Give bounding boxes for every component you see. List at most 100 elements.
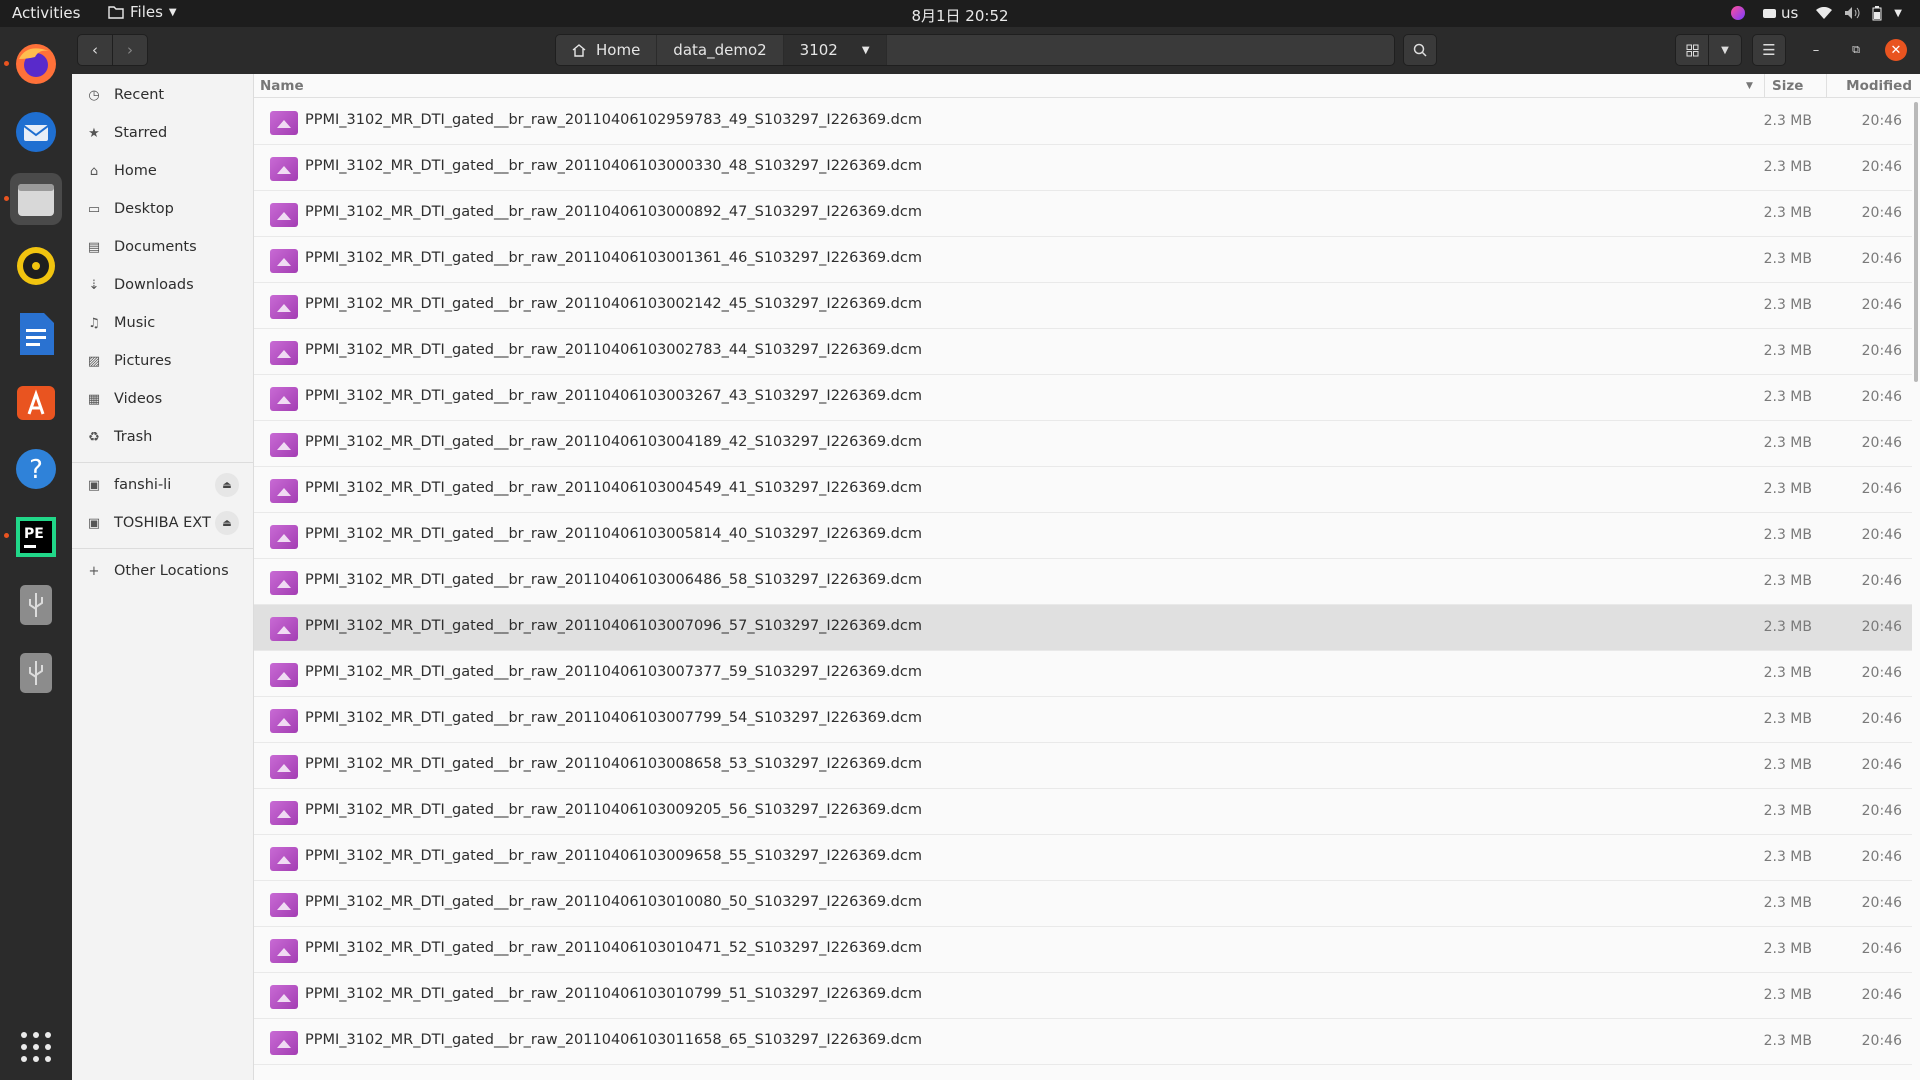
file-row[interactable]: PPMI_3102_MR_DTI_gated__br_raw_201104061… <box>254 421 1912 467</box>
file-row[interactable]: PPMI_3102_MR_DTI_gated__br_raw_201104061… <box>254 283 1912 329</box>
file-name: PPMI_3102_MR_DTI_gated__br_raw_201104061… <box>305 940 922 956</box>
file-row[interactable]: PPMI_3102_MR_DTI_gated__br_raw_201104061… <box>254 191 1912 237</box>
clock[interactable]: 8月1日 20:52 <box>0 5 1920 26</box>
help-icon[interactable]: ? <box>10 443 62 495</box>
sidebar-item-recent[interactable]: ◷ Recent <box>72 77 253 113</box>
breadcrumb-data-demo2[interactable]: data_demo2 <box>657 35 784 65</box>
sidebar-item-label: Pictures <box>114 353 172 369</box>
file-row[interactable]: PPMI_3102_MR_DTI_gated__br_raw_201104061… <box>254 513 1912 559</box>
file-row[interactable]: PPMI_3102_MR_DTI_gated__br_raw_201104061… <box>254 237 1912 283</box>
sidebar-item-downloads[interactable]: ⇣ Downloads <box>72 267 253 303</box>
sidebar-device[interactable]: ▣ TOSHIBA EXT ⏏ <box>72 505 253 541</box>
sidebar-item-starred[interactable]: ★ Starred <box>72 115 253 151</box>
activities-button[interactable]: Activities <box>12 4 80 22</box>
file-row[interactable]: PPMI_3102_MR_DTI_gated__br_raw_201104061… <box>254 927 1912 973</box>
minimize-button[interactable]: – <box>1805 39 1827 61</box>
sidebar-item-desktop[interactable]: ▭ Desktop <box>72 191 253 227</box>
menu-button[interactable]: ☰ <box>1752 34 1786 66</box>
file-size: 2.3 MB <box>1763 987 1812 1003</box>
system-tray[interactable]: us ▼ <box>1730 4 1902 22</box>
file-row[interactable]: PPMI_3102_MR_DTI_gated__br_raw_201104061… <box>254 973 1912 1019</box>
breadcrumb-label: 3102 <box>799 41 838 59</box>
sidebar-item-music[interactable]: ♫ Music <box>72 305 253 341</box>
show-applications-button[interactable] <box>21 1032 51 1062</box>
path-bar[interactable]: Home data_demo2 3102 ▼ <box>555 34 1395 66</box>
column-header: Name ▼ Size Modified <box>254 74 1920 98</box>
app-menu-button[interactable]: Files ▼ <box>108 3 177 21</box>
file-size: 2.3 MB <box>1763 297 1812 313</box>
file-modified: 20:46 <box>1861 849 1902 865</box>
writer-icon[interactable] <box>10 308 62 360</box>
sidebar-device[interactable]: ▣ fanshi-li ⏏ <box>72 467 253 503</box>
sidebar-item-label: TOSHIBA EXT <box>114 515 211 531</box>
file-row[interactable]: PPMI_3102_MR_DTI_gated__br_raw_201104061… <box>254 881 1912 927</box>
view-grid-button[interactable] <box>1675 34 1709 66</box>
rhythmbox-icon[interactable] <box>10 240 62 292</box>
file-modified: 20:46 <box>1861 113 1902 129</box>
file-name: PPMI_3102_MR_DTI_gated__br_raw_201104061… <box>305 1032 922 1048</box>
file-row[interactable]: PPMI_3102_MR_DTI_gated__br_raw_201104061… <box>254 1019 1912 1065</box>
column-modified-header[interactable]: Modified <box>1846 78 1912 94</box>
keyboard-layout[interactable]: us <box>1762 4 1798 22</box>
back-button[interactable]: ‹ <box>77 34 113 66</box>
image-file-icon <box>270 893 298 917</box>
file-row[interactable]: PPMI_3102_MR_DTI_gated__br_raw_201104061… <box>254 467 1912 513</box>
app-center-icon[interactable] <box>10 376 62 428</box>
file-modified: 20:46 <box>1861 619 1902 635</box>
file-row[interactable]: PPMI_3102_MR_DTI_gated__br_raw_201104061… <box>254 145 1912 191</box>
file-size: 2.3 MB <box>1763 389 1812 405</box>
file-size: 2.3 MB <box>1763 849 1812 865</box>
color-picker-icon[interactable] <box>1730 6 1745 20</box>
thunderbird-icon[interactable] <box>10 106 62 158</box>
sidebar-item-label: Recent <box>114 87 165 103</box>
sidebar-divider <box>72 462 253 463</box>
file-row[interactable]: PPMI_3102_MR_DTI_gated__br_raw_201104061… <box>254 375 1912 421</box>
breadcrumb-home[interactable]: Home <box>556 35 658 65</box>
file-modified: 20:46 <box>1861 251 1902 267</box>
file-modified: 20:46 <box>1861 297 1902 313</box>
forward-button[interactable]: › <box>112 34 148 66</box>
file-row[interactable]: PPMI_3102_MR_DTI_gated__br_raw_201104061… <box>254 697 1912 743</box>
sidebar-item-other-locations[interactable]: + Other Locations <box>72 553 253 589</box>
close-button[interactable]: ✕ <box>1885 39 1907 61</box>
breadcrumb-current[interactable]: 3102 ▼ <box>783 35 887 65</box>
file-size: 2.3 MB <box>1763 481 1812 497</box>
sidebar-item-pictures[interactable]: ▨ Pictures <box>72 343 253 379</box>
image-file-icon <box>270 939 298 963</box>
file-row[interactable]: PPMI_3102_MR_DTI_gated__br_raw_201104061… <box>254 559 1912 605</box>
file-row[interactable]: PPMI_3102_MR_DTI_gated__br_raw_201104061… <box>254 743 1912 789</box>
eject-icon[interactable]: ⏏ <box>215 473 239 497</box>
top-bar: Activities Files ▼ 8月1日 20:52 us ▼ <box>0 0 1920 27</box>
sidebar-item-label: Trash <box>114 429 153 445</box>
usb-drive-icon[interactable] <box>10 647 62 699</box>
app-menu-label: Files <box>130 3 163 21</box>
maximize-button[interactable]: ⧉ <box>1845 39 1867 61</box>
column-size-header[interactable]: Size <box>1772 78 1803 94</box>
file-row[interactable]: PPMI_3102_MR_DTI_gated__br_raw_201104061… <box>254 99 1912 145</box>
file-modified: 20:46 <box>1861 711 1902 727</box>
usb-drive-icon[interactable] <box>10 579 62 631</box>
sidebar-item-documents[interactable]: ▤ Documents <box>72 229 253 265</box>
sidebar-item-home[interactable]: ⌂ Home <box>72 153 253 189</box>
column-name-header[interactable]: Name <box>260 78 304 94</box>
hamburger-icon: ☰ <box>1762 41 1776 59</box>
file-row[interactable]: PPMI_3102_MR_DTI_gated__br_raw_201104061… <box>254 329 1912 375</box>
document-icon: ▤ <box>87 239 101 255</box>
file-row[interactable]: PPMI_3102_MR_DTI_gated__br_raw_201104061… <box>254 835 1912 881</box>
files-icon[interactable] <box>10 173 62 225</box>
scrollbar[interactable] <box>1914 102 1918 382</box>
sidebar-item-videos[interactable]: ▦ Videos <box>72 381 253 417</box>
file-row[interactable]: PPMI_3102_MR_DTI_gated__br_raw_201104061… <box>254 651 1912 697</box>
file-row[interactable]: PPMI_3102_MR_DTI_gated__br_raw_201104061… <box>254 605 1912 651</box>
home-icon: ⌂ <box>89 163 99 179</box>
pycharm-icon[interactable]: PE <box>10 511 62 563</box>
desktop-icon: ▭ <box>87 201 101 217</box>
chevron-down-icon: ▼ <box>168 6 177 18</box>
view-options-button[interactable]: ▼ <box>1708 34 1742 66</box>
search-button[interactable] <box>1403 34 1437 66</box>
file-row[interactable]: PPMI_3102_MR_DTI_gated__br_raw_201104061… <box>254 789 1912 835</box>
firefox-icon[interactable] <box>10 38 62 90</box>
eject-icon[interactable]: ⏏ <box>215 511 239 535</box>
sort-chevron-icon[interactable]: ▼ <box>1746 81 1753 91</box>
sidebar-item-trash[interactable]: ♻ Trash <box>72 419 253 455</box>
